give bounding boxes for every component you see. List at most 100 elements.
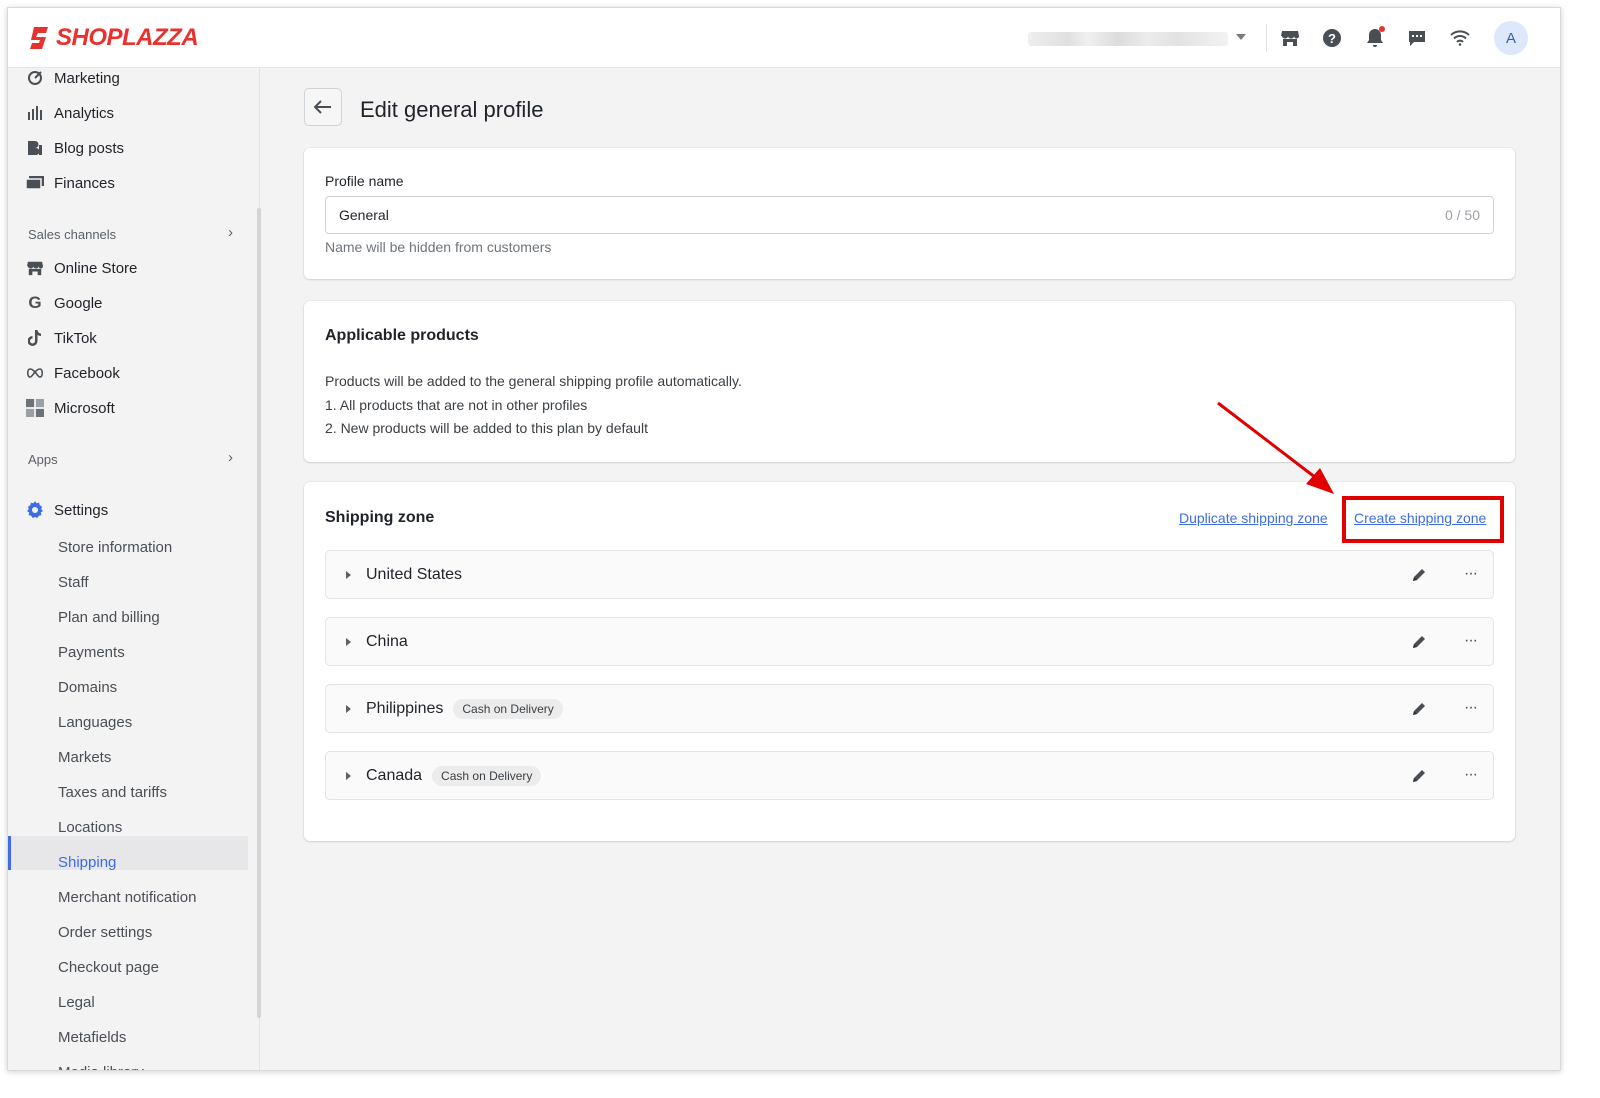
chevron-right-icon[interactable]: › [228, 224, 233, 241]
bell-icon[interactable] [1363, 26, 1387, 50]
profile-name-label: Profile name [325, 173, 404, 189]
page-title: Edit general profile [360, 97, 544, 122]
svg-text:?: ? [1328, 31, 1336, 46]
sidebar-item-label: Settings [54, 501, 109, 519]
wifi-icon[interactable] [1448, 26, 1472, 50]
back-button[interactable] [304, 88, 342, 126]
zone-name: Canada [366, 766, 423, 784]
shoplazza-logo[interactable]: SHOPLAZZA [28, 24, 199, 52]
sidebar-item-order-settings[interactable]: Order settings [58, 920, 152, 944]
help-icon[interactable]: ? [1320, 26, 1344, 50]
arrow-left-icon [314, 100, 331, 114]
sidebar-item-shipping[interactable]: Shipping [58, 850, 116, 874]
sidebar-item-store-information[interactable]: Store information [58, 535, 172, 559]
sales-channels-label: Sales channels [28, 227, 117, 242]
pencil-icon[interactable] [1411, 634, 1427, 650]
sidebar-item-label: Facebook [54, 364, 120, 382]
store-icon[interactable] [1278, 26, 1302, 50]
payment-method-badge: Cash on Delivery [453, 698, 563, 719]
notification-dot [1379, 26, 1385, 32]
sidebar-item-staff[interactable]: Staff [58, 570, 89, 594]
app-window: SHOPLAZZA ? A Marketing Analytics Blog p… [7, 7, 1561, 1071]
zone-name: United States [366, 565, 463, 583]
sidebar-item-label: Analytics [54, 104, 115, 122]
shipping-zone-row[interactable]: China ··· [325, 617, 1494, 666]
store-icon [26, 259, 44, 277]
sidebar-item-markets[interactable]: Markets [58, 745, 111, 769]
sidebar-item-metafields[interactable]: Metafields [58, 1025, 126, 1049]
profile-name-value: General [339, 207, 389, 223]
more-options-icon[interactable]: ··· [1464, 699, 1478, 717]
sidebar-item-microsoft[interactable]: Microsoft [26, 395, 115, 421]
sidebar-item-label: TikTok [54, 329, 97, 347]
apps-label: Apps [28, 452, 58, 467]
shipping-zone-card: Shipping zone Duplicate shipping zone Cr… [304, 482, 1515, 841]
pencil-icon[interactable] [1411, 567, 1427, 583]
analytics-icon [26, 104, 44, 122]
applicable-rule-2: 2. New products will be added to this pl… [325, 420, 648, 436]
store-switcher[interactable] [1028, 32, 1228, 46]
expand-caret-icon[interactable] [346, 570, 351, 579]
chevron-right-icon[interactable]: › [228, 449, 233, 466]
sidebar-item-payments[interactable]: Payments [58, 640, 125, 664]
duplicate-shipping-zone-link[interactable]: Duplicate shipping zone [1179, 510, 1328, 526]
more-options-icon[interactable]: ··· [1464, 565, 1478, 583]
payment-method-badge: Cash on Delivery [432, 765, 542, 786]
pencil-icon[interactable] [1411, 701, 1427, 717]
marketing-icon [26, 69, 44, 87]
sidebar-item-languages[interactable]: Languages [58, 710, 132, 734]
avatar[interactable]: A [1494, 21, 1528, 55]
gear-icon [26, 501, 44, 519]
top-bar: SHOPLAZZA ? A [8, 8, 1560, 68]
sidebar-item-checkout-page[interactable]: Checkout page [58, 955, 159, 979]
sidebar-item-marketing[interactable]: Marketing [26, 65, 120, 91]
active-item-background [8, 836, 248, 870]
sidebar-item-taxes-and-tariffs[interactable]: Taxes and tariffs [58, 780, 167, 804]
expand-caret-icon[interactable] [346, 771, 351, 780]
sidebar-item-settings[interactable]: Settings [26, 497, 108, 523]
blog-icon [26, 139, 44, 157]
main-content: Edit general profile Profile name Genera… [261, 68, 1560, 1070]
sidebar-item-label: Online Store [54, 259, 138, 277]
profile-name-help: Name will be hidden from customers [325, 239, 552, 255]
shipping-zone-row[interactable]: United States ··· [325, 550, 1494, 599]
more-options-icon[interactable]: ··· [1464, 766, 1478, 784]
sidebar-item-plan-and-billing[interactable]: Plan and billing [58, 605, 160, 629]
logo-mark-icon [30, 27, 48, 49]
shipping-zone-row[interactable]: Philippines Cash on Delivery ··· [325, 684, 1494, 733]
sidebar-item-label: Blog posts [54, 139, 125, 157]
annotation-highlight-box [1342, 496, 1504, 543]
chevron-down-icon[interactable] [1236, 34, 1246, 40]
tiktok-icon [26, 329, 44, 347]
profile-name-input[interactable]: General 0 / 50 [325, 196, 1494, 234]
applicable-rule-1: 1. All products that are not in other pr… [325, 397, 588, 413]
expand-caret-icon[interactable] [346, 704, 351, 713]
shipping-zone-row[interactable]: Canada Cash on Delivery ··· [325, 751, 1494, 800]
sidebar-item-tiktok[interactable]: TikTok [26, 325, 97, 351]
sidebar-item-google[interactable]: G Google [26, 290, 102, 316]
more-options-icon[interactable]: ··· [1464, 632, 1478, 650]
shipping-zone-title: Shipping zone [325, 509, 435, 526]
chat-icon[interactable] [1405, 26, 1429, 50]
finances-icon [26, 174, 44, 192]
microsoft-icon [26, 399, 44, 417]
expand-caret-icon[interactable] [346, 637, 351, 646]
logo-text: SHOPLAZZA [56, 24, 199, 51]
sidebar-item-label: Microsoft [54, 399, 115, 417]
sidebar-item-locations[interactable]: Locations [58, 815, 122, 839]
sidebar-item-label: Marketing [54, 69, 120, 87]
sidebar-item-label: Google [54, 294, 103, 312]
sidebar-item-facebook[interactable]: Facebook [26, 360, 120, 386]
sidebar-item-online-store[interactable]: Online Store [26, 255, 137, 281]
pencil-icon[interactable] [1411, 768, 1427, 784]
sidebar-item-merchant-notification[interactable]: Merchant notification [58, 885, 196, 909]
sidebar-item-legal[interactable]: Legal [58, 990, 95, 1014]
zone-name: Philippines [366, 699, 444, 717]
sidebar-item-finances[interactable]: Finances [26, 170, 115, 196]
sidebar-item-blog-posts[interactable]: Blog posts [26, 135, 124, 161]
profile-name-card: Profile name General 0 / 50 Name will be… [304, 148, 1515, 279]
sidebar-item-analytics[interactable]: Analytics [26, 100, 114, 126]
sidebar-item-domains[interactable]: Domains [58, 675, 117, 699]
active-indicator [8, 836, 11, 870]
sidebar-item-media-library[interactable]: Media library [58, 1060, 144, 1071]
